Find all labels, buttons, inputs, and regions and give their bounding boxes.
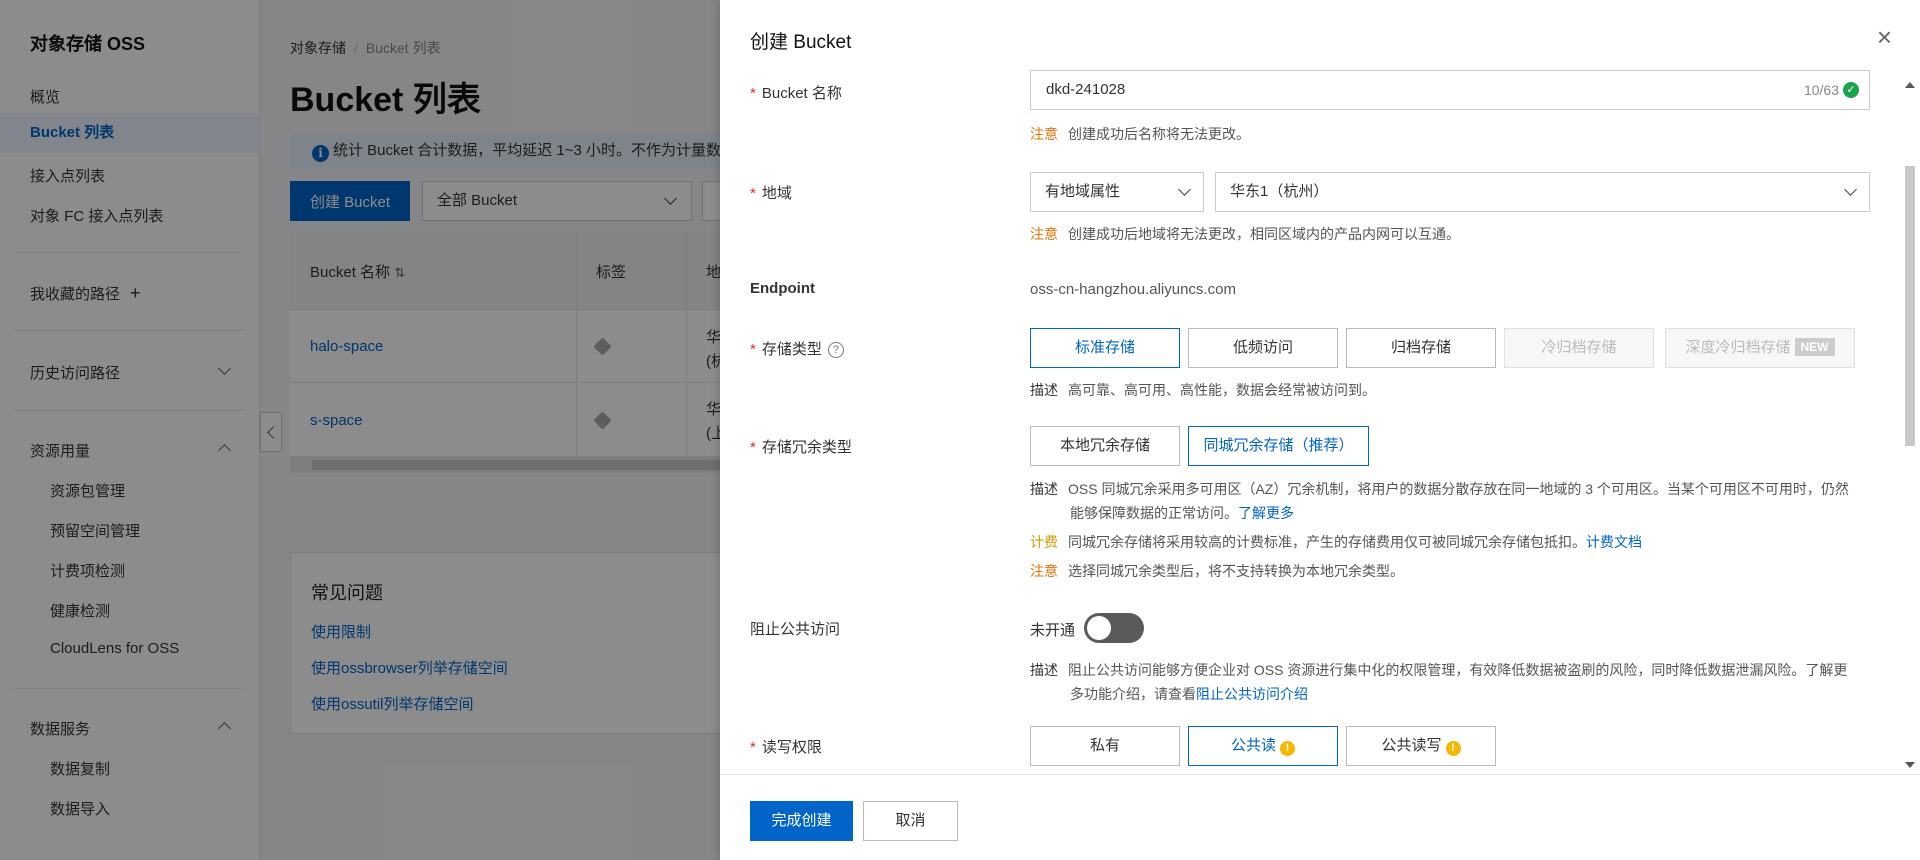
submit-button[interactable]: 完成创建: [750, 801, 853, 841]
block-public-desc: 描述 阻止公共访问能够方便企业对 OSS 资源进行集中化的权限管理，有效降低数据被…: [1030, 662, 1848, 702]
warning-icon: !: [1445, 741, 1461, 756]
scroll-up-icon[interactable]: [1905, 82, 1915, 88]
bucket-name-value: dkd-241028: [1046, 81, 1126, 98]
region-select[interactable]: 华东1（杭州）: [1215, 172, 1870, 212]
modal-overlay[interactable]: [0, 0, 720, 860]
drawer-footer: 完成创建 取消: [720, 774, 1920, 860]
region-note: 注意 创建成功后地域将无法更改，相同区域内的产品内网可以互通。: [1030, 226, 1460, 242]
vertical-scrollbar[interactable]: [1900, 70, 1920, 774]
warning-icon: !: [1280, 741, 1295, 756]
region-attribute-select[interactable]: 有地域属性: [1030, 172, 1204, 212]
bucket-name-note: 注意 创建成功后名称将无法更改。: [1030, 126, 1250, 142]
endpoint-label: Endpoint: [750, 280, 815, 297]
billing-doc-link[interactable]: 计费文档: [1586, 534, 1642, 550]
redundancy-option-zrs[interactable]: 同城冗余存储（推荐）: [1188, 426, 1369, 466]
bucket-name-input[interactable]: dkd-241028 10/63 ✓: [1030, 70, 1870, 110]
storage-option-deep-cold-archive: 深度冷归档存储 NEW: [1665, 328, 1855, 368]
storage-option-archive[interactable]: 归档存储: [1346, 328, 1496, 368]
block-public-toggle[interactable]: [1084, 613, 1144, 643]
block-public-label: 阻止公共访问: [750, 621, 841, 638]
create-bucket-drawer: 创建 Bucket × * Bucket 名称 dkd-241028 10/63 …: [720, 0, 1920, 860]
chevron-down-icon: [1178, 183, 1191, 196]
drawer-body: * Bucket 名称 dkd-241028 10/63 ✓ 注意 创建成功后名称将…: [720, 70, 1920, 774]
acl-label: * 读写权限: [750, 739, 822, 756]
storage-type-label: * 存储类型?: [750, 338, 844, 359]
redundancy-option-lrs[interactable]: 本地冗余存储: [1030, 426, 1180, 466]
block-public-state: 未开通: [1030, 622, 1076, 639]
storage-option-standard[interactable]: 标准存储: [1030, 328, 1180, 368]
acl-option-private[interactable]: 私有: [1030, 726, 1180, 766]
check-icon: ✓: [1843, 82, 1859, 98]
region-label: * 地域: [750, 185, 792, 202]
storage-option-cold-archive: 冷归档存储: [1504, 328, 1654, 368]
redundancy-fee: 计费 同城冗余存储将采用较高的计费标准，产生的存储费用仅可被同城冗余存储包抵扣。计…: [1030, 534, 1642, 550]
learn-more-link[interactable]: 了解更多: [1238, 505, 1294, 521]
scroll-down-icon[interactable]: [1905, 762, 1915, 768]
redundancy-note: 注意 选择同城冗余类型后，将不支持转换为本地冗余类型。: [1030, 563, 1404, 579]
storage-option-ia[interactable]: 低频访问: [1188, 328, 1338, 368]
close-icon[interactable]: ×: [1877, 24, 1892, 50]
storage-desc: 描述 高可靠、高可用、高性能，数据会经常被访问到。: [1030, 382, 1376, 398]
drawer-title: 创建 Bucket: [750, 32, 852, 53]
bucket-name-label: * Bucket 名称: [750, 85, 842, 102]
redundancy-desc: 描述 OSS 同城冗余采用多可用区（AZ）冗余机制，将用户的数据分散存放在同一地域…: [1030, 481, 1849, 521]
block-public-link[interactable]: 阻止公共访问介绍: [1196, 686, 1308, 702]
endpoint-value: oss-cn-hangzhou.aliyuncs.com: [1030, 281, 1236, 298]
acl-option-public-read[interactable]: 公共读!: [1188, 726, 1338, 766]
new-badge: NEW: [1794, 338, 1835, 356]
scrollbar-thumb[interactable]: [1905, 166, 1915, 446]
chevron-down-icon: [1844, 183, 1857, 196]
help-icon[interactable]: ?: [827, 342, 844, 358]
char-counter: 10/63: [1803, 82, 1839, 98]
toggle-knob: [1087, 616, 1111, 640]
acl-option-public-read-write[interactable]: 公共读写!: [1346, 726, 1496, 766]
redundancy-label: * 存储冗余类型: [750, 439, 852, 456]
cancel-button[interactable]: 取消: [863, 801, 958, 841]
